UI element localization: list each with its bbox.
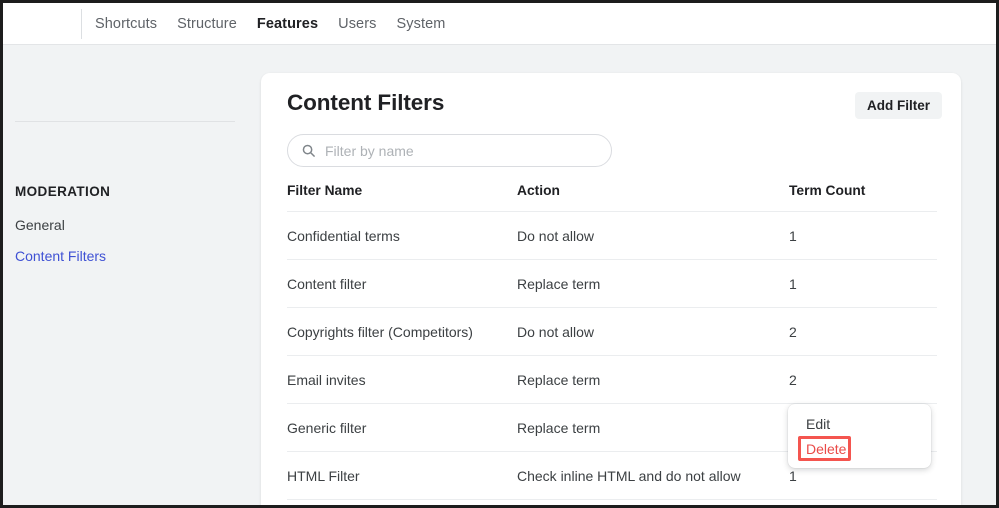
cell-action: Replace term bbox=[517, 355, 789, 404]
sidebar-section-title-moderation: MODERATION bbox=[15, 184, 111, 199]
card-header: Content Filters Add Filter bbox=[261, 73, 961, 135]
cell-filter-name: Confidential terms bbox=[287, 211, 517, 260]
nav-item-structure[interactable]: Structure bbox=[177, 16, 237, 32]
nav-vertical-divider bbox=[81, 9, 82, 39]
sidebar-divider bbox=[15, 121, 235, 122]
sidebar-item-general[interactable]: General bbox=[15, 217, 65, 233]
cell-filter-name: Copyrights filter (Competitors) bbox=[287, 307, 517, 356]
page-title: Content Filters bbox=[287, 90, 445, 115]
search-field[interactable] bbox=[287, 134, 612, 167]
cell-filter-name: Email invites bbox=[287, 355, 517, 404]
sidebar-item-content-filters[interactable]: Content Filters bbox=[15, 248, 106, 264]
nav-item-users[interactable]: Users bbox=[338, 16, 376, 32]
cell-filter-name: HTML Filter bbox=[287, 451, 517, 500]
table-row[interactable]: Email invites Replace term 2 bbox=[287, 355, 937, 404]
column-header-action: Action bbox=[517, 183, 789, 212]
table-row[interactable]: Confidential terms Do not allow 1 bbox=[287, 211, 937, 260]
add-filter-button[interactable]: Add Filter bbox=[855, 92, 942, 119]
nav-item-system[interactable]: System bbox=[397, 16, 446, 32]
cell-action: Replace term bbox=[517, 403, 789, 452]
cell-action: Check inline HTML and do not allow bbox=[517, 451, 789, 500]
screenshot-frame: Shortcuts Structure Features Users Syste… bbox=[0, 0, 999, 508]
cell-term-count: 2 bbox=[789, 355, 937, 404]
top-navigation-bar: Shortcuts Structure Features Users Syste… bbox=[3, 3, 996, 45]
table-row[interactable]: Content filter Replace term 1 bbox=[287, 259, 937, 308]
cell-term-count: 2 bbox=[789, 307, 937, 356]
search-input[interactable] bbox=[325, 142, 599, 159]
context-menu-item-delete[interactable]: Delete bbox=[806, 441, 846, 457]
cell-filter-name: Generic filter bbox=[287, 403, 517, 452]
cell-action: Replace term bbox=[517, 259, 789, 308]
nav-item-features[interactable]: Features bbox=[257, 16, 318, 32]
context-menu-item-edit[interactable]: Edit bbox=[806, 416, 830, 432]
nav-item-shortcuts[interactable]: Shortcuts bbox=[95, 16, 157, 32]
search-icon bbox=[302, 144, 315, 157]
cell-action: Do not allow bbox=[517, 211, 789, 260]
cell-term-count: 1 bbox=[789, 211, 937, 260]
row-context-menu: Edit Delete bbox=[788, 404, 931, 468]
cell-action: Do not allow bbox=[517, 307, 789, 356]
table-header: Filter Name Action Term Count bbox=[287, 183, 937, 212]
column-header-term-count: Term Count bbox=[789, 183, 937, 212]
cell-term-count: 1 bbox=[789, 259, 937, 308]
column-header-filter-name: Filter Name bbox=[287, 183, 517, 212]
table-header-row: Filter Name Action Term Count bbox=[287, 183, 937, 212]
nav-item-list: Shortcuts Structure Features Users Syste… bbox=[95, 3, 445, 45]
cell-filter-name: Content filter bbox=[287, 259, 517, 308]
sidebar: MODERATION General Content Filters bbox=[3, 46, 261, 505]
table-row[interactable]: Copyrights filter (Competitors) Do not a… bbox=[287, 307, 937, 356]
